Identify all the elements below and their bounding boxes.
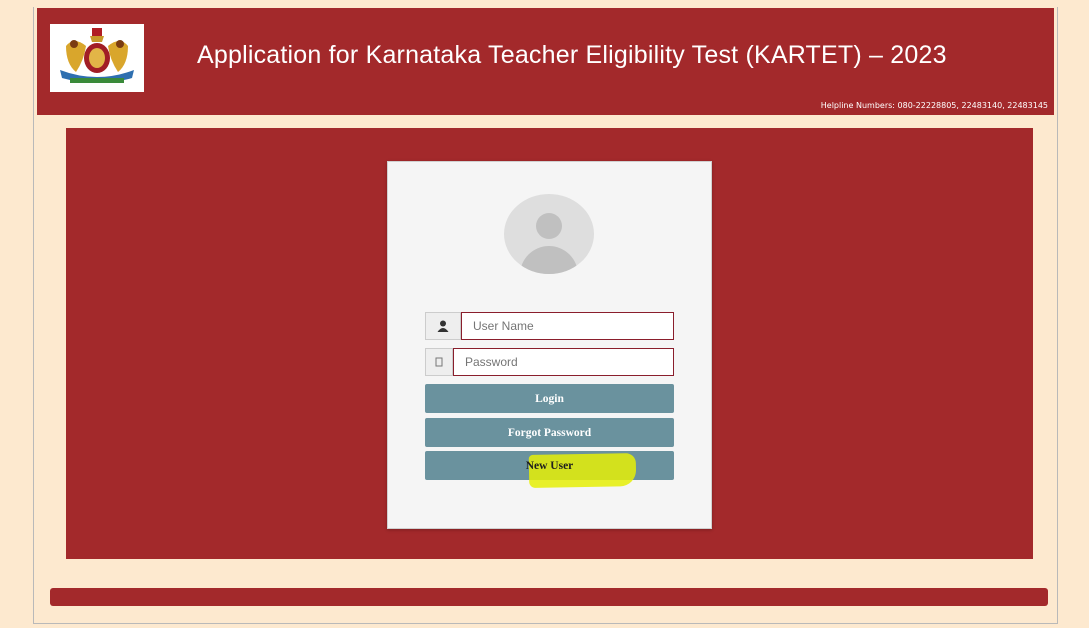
- login-button[interactable]: Login: [425, 384, 674, 413]
- page-title: Application for Karnataka Teacher Eligib…: [197, 41, 947, 69]
- username-input[interactable]: [461, 312, 674, 340]
- login-card: Login Forgot Password New User: [387, 161, 712, 529]
- password-input[interactable]: [453, 348, 674, 376]
- forgot-password-button[interactable]: Forgot Password: [425, 418, 674, 447]
- helpline-numbers: Helpline Numbers: 080-22228805, 22483140…: [820, 101, 1048, 110]
- forgot-password-label: Forgot Password: [507, 426, 592, 439]
- new-user-label: New User: [525, 459, 574, 472]
- site-header: Application for Karnataka Teacher Eligib…: [37, 8, 1054, 115]
- emblem-icon: [60, 28, 134, 83]
- password-row: [425, 348, 674, 376]
- karnataka-emblem-logo: [50, 24, 144, 92]
- user-icon: [425, 312, 461, 340]
- avatar-body: [520, 246, 578, 274]
- new-user-button[interactable]: New User: [425, 451, 674, 488]
- footer-bar: [50, 588, 1048, 606]
- avatar-head: [536, 213, 562, 239]
- user-avatar-icon: [504, 194, 594, 274]
- username-row: [425, 312, 674, 340]
- login-button-label: Login: [535, 392, 564, 405]
- lock-icon: [425, 348, 453, 376]
